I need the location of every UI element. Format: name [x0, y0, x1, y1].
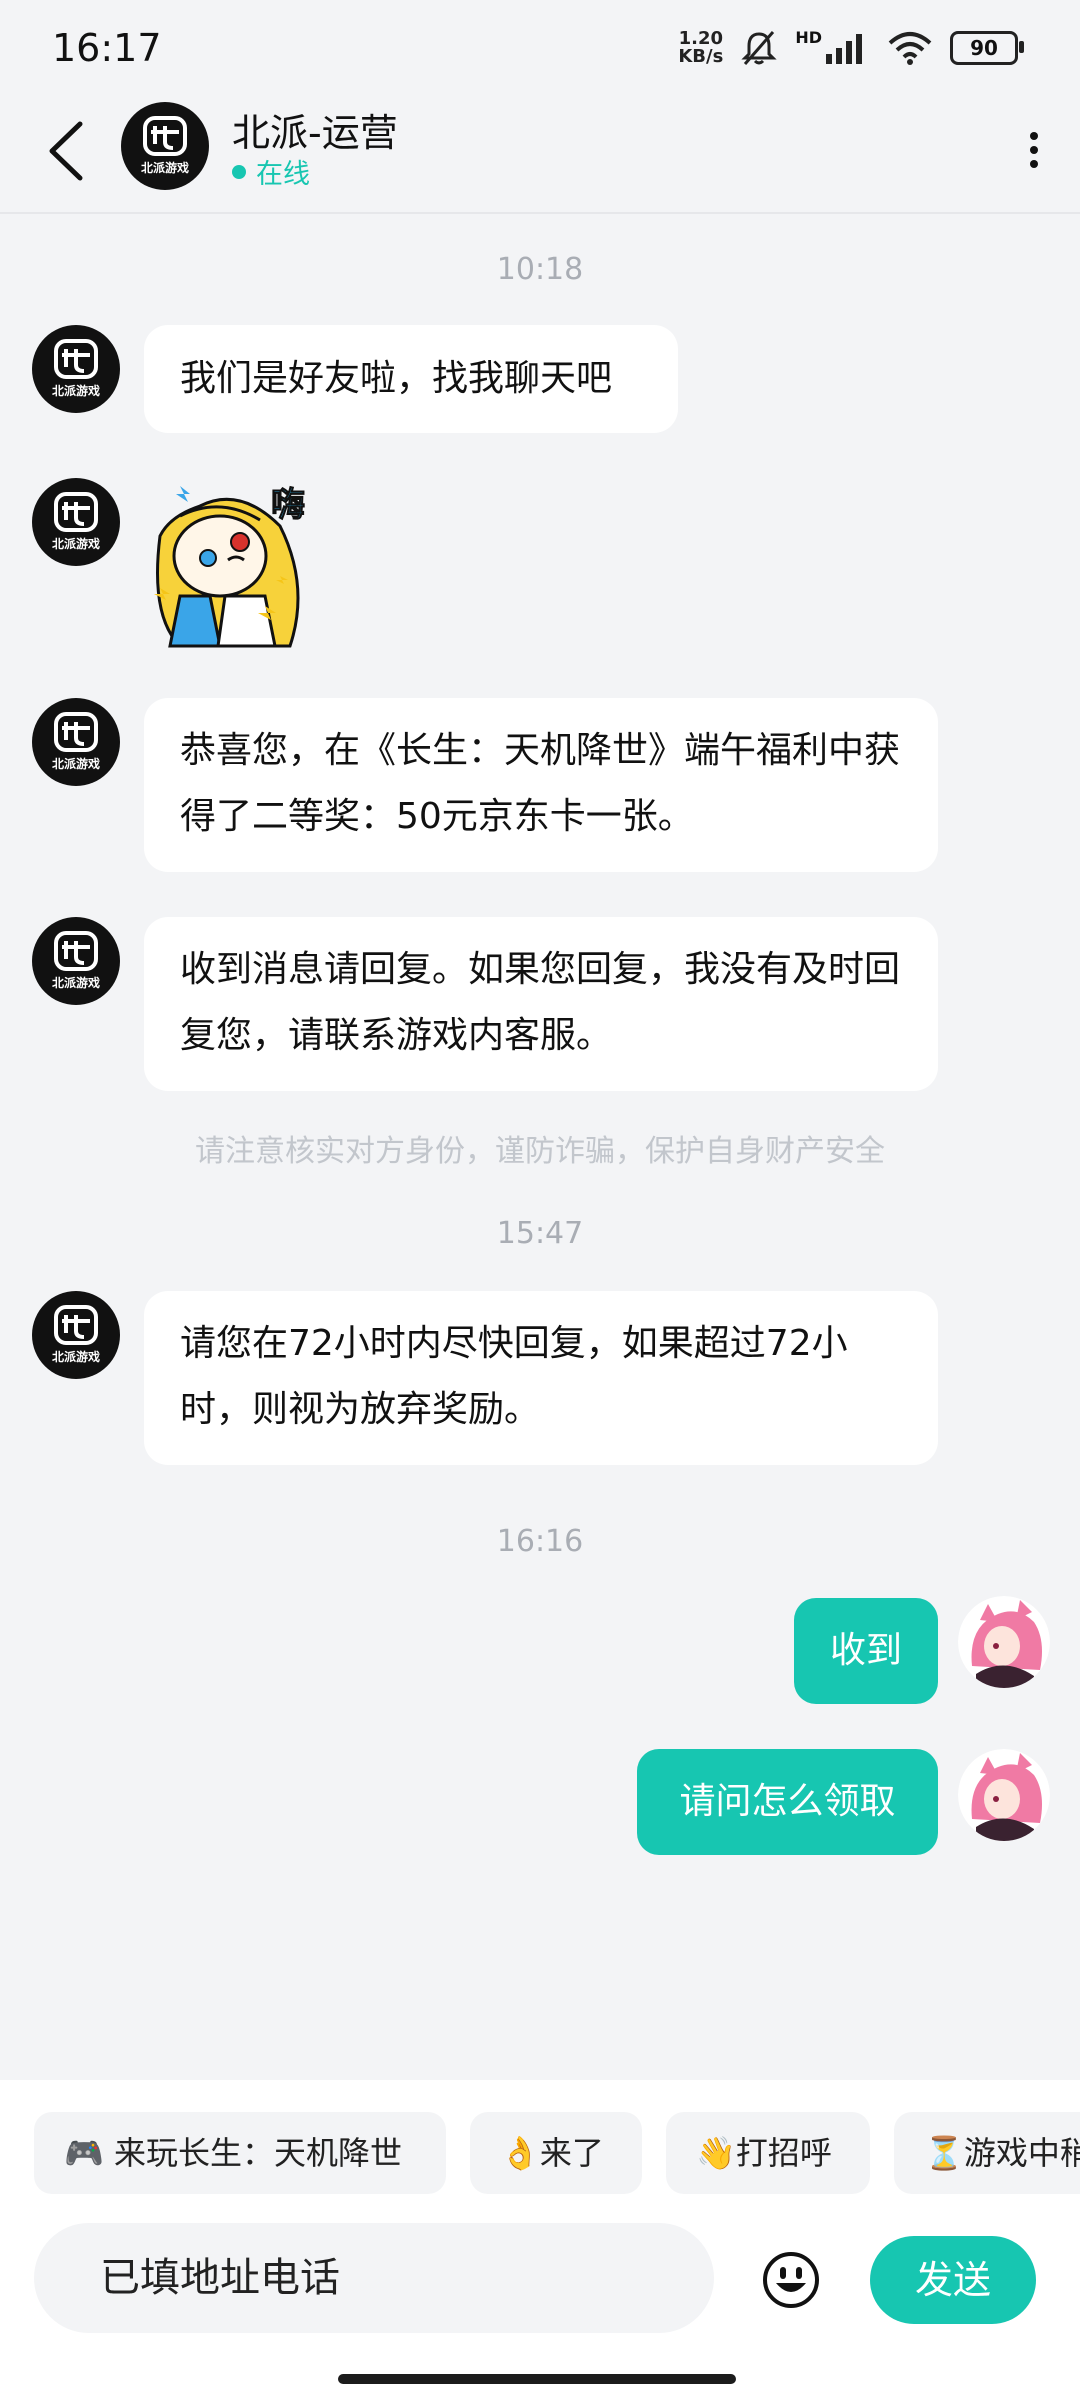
sender-avatar[interactable]: 北派游戏 — [32, 698, 120, 786]
network-speed: 1.20 KB/s — [678, 28, 724, 67]
sender-avatar[interactable]: 北派游戏 — [32, 325, 120, 413]
contact-avatar[interactable]: 北派游戏 — [121, 102, 209, 190]
incoming-message[interactable]: 我们是好友啦，找我聊天吧 — [144, 325, 678, 433]
send-button[interactable]: 发送 — [870, 2236, 1036, 2324]
composer-area: 🎮 来玩长生：天机降世 👌来了 👋打招呼 ⏳游戏中稍 已填地址电话 发送 — [0, 2080, 1080, 2400]
timestamp: 16:16 — [496, 1524, 584, 1559]
emoji-icon[interactable] — [762, 2251, 820, 2309]
timestamp: 10:18 — [496, 252, 584, 287]
svg-text:北派游戏: 北派游戏 — [52, 383, 100, 398]
timestamp: 15:47 — [496, 1216, 584, 1251]
quick-reply-bar: 🎮 来玩长生：天机降世 👌来了 👋打招呼 ⏳游戏中稍 — [0, 2112, 1080, 2194]
hd-badge: HD — [795, 28, 822, 47]
svg-text:北派游戏: 北派游戏 — [52, 536, 100, 551]
incoming-message[interactable]: 请您在72小时内尽快回复，如果超过72小时，则视为放弃奖励。 — [144, 1291, 938, 1465]
svg-text:嗨: 嗨 — [271, 485, 305, 525]
outgoing-message[interactable]: 请问怎么领取 — [637, 1749, 938, 1855]
mute-bell-icon — [741, 31, 777, 65]
online-dot-icon — [232, 164, 246, 179]
status-bar: 16:17 1.20 KB/s HD 90 — [0, 0, 1080, 90]
quick-reply-chip[interactable]: 👋打招呼 — [666, 2112, 870, 2194]
my-avatar[interactable] — [958, 1749, 1050, 1841]
more-menu-icon[interactable] — [1024, 126, 1044, 180]
chat-header: 北派游戏 北派-运营 在线 — [0, 90, 1080, 214]
message-input[interactable]: 已填地址电话 — [34, 2223, 714, 2333]
sender-avatar[interactable]: 北派游戏 — [32, 1291, 120, 1379]
greeting-sticker[interactable]: 嗨 — [140, 476, 320, 656]
quick-reply-chip[interactable]: 🎮 来玩长生：天机降世 — [34, 2112, 446, 2194]
my-avatar[interactable] — [958, 1596, 1050, 1688]
sender-avatar[interactable]: 北派游戏 — [32, 478, 120, 566]
incoming-message[interactable]: 恭喜您，在《长生：天机降世》端午福利中获得了二等奖：50元京东卡一张。 — [144, 698, 938, 872]
svg-text:北派游戏: 北派游戏 — [141, 160, 189, 175]
svg-text:北派游戏: 北派游戏 — [52, 1349, 100, 1364]
quick-reply-chip[interactable]: 👌来了 — [470, 2112, 642, 2194]
fraud-warning: 请注意核实对方身份，谨防诈骗，保护自身财产安全 — [195, 1134, 885, 1169]
home-indicator[interactable] — [338, 2374, 736, 2384]
incoming-message[interactable]: 收到消息请回复。如果您回复，我没有及时回复您，请联系游戏内客服。 — [144, 917, 938, 1091]
outgoing-message[interactable]: 收到 — [794, 1598, 938, 1704]
sender-avatar[interactable]: 北派游戏 — [32, 917, 120, 1005]
contact-name: 北派-运营 — [232, 111, 398, 155]
signal-icon — [826, 34, 862, 64]
battery-icon: 90 — [950, 31, 1024, 65]
online-status: 在线 — [232, 152, 310, 191]
wifi-icon — [888, 32, 932, 65]
svg-text:北派游戏: 北派游戏 — [52, 756, 100, 771]
quick-reply-chip[interactable]: ⏳游戏中稍 — [894, 2112, 1080, 2194]
back-arrow-icon[interactable] — [40, 118, 96, 184]
status-time: 16:17 — [52, 26, 162, 70]
svg-text:北派游戏: 北派游戏 — [52, 975, 100, 990]
status-icons: 1.20 KB/s HD 90 — [678, 28, 1024, 68]
